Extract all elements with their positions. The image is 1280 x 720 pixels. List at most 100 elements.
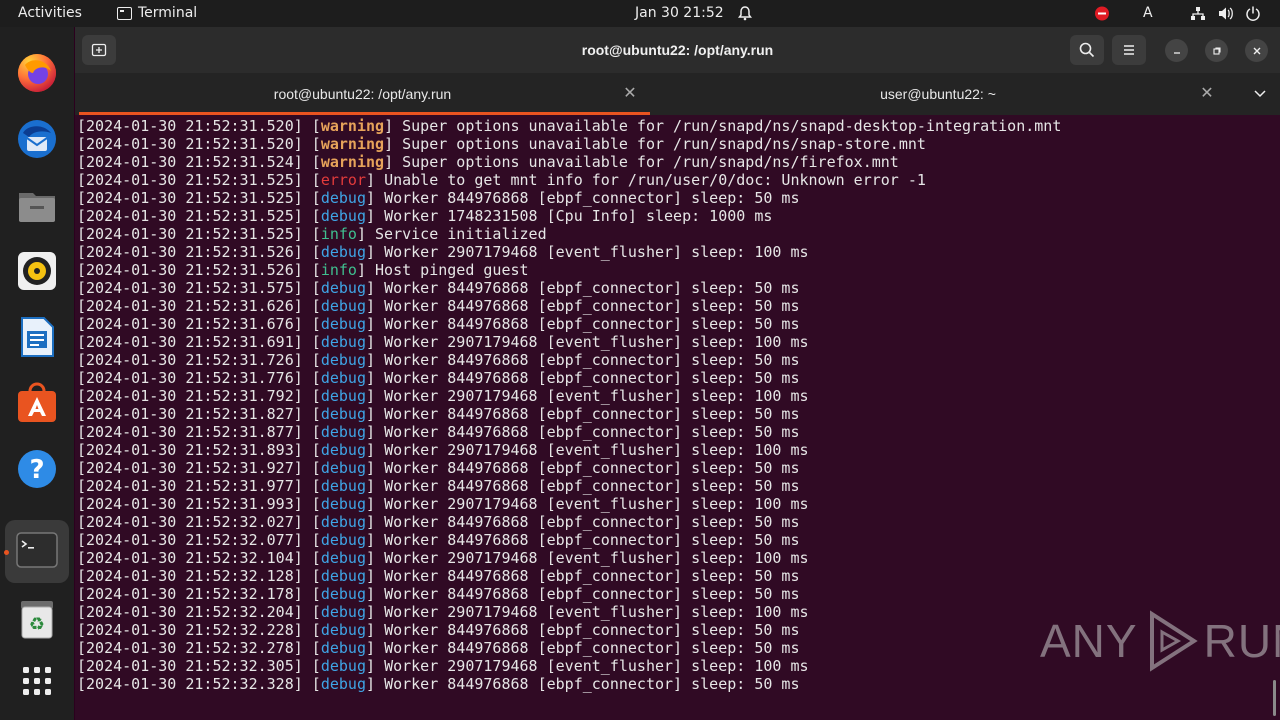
log-timestamp: [2024-01-30 21:52:31.776]: [77, 369, 303, 387]
input-source-indicator[interactable]: A: [1143, 0, 1153, 27]
log-message: Super options unavailable for /run/snapd…: [402, 117, 1062, 135]
help-icon[interactable]: ?: [13, 445, 61, 493]
log-level: debug: [320, 441, 366, 459]
log-level: debug: [320, 675, 366, 693]
log-message: Super options unavailable for /run/snapd…: [402, 135, 926, 153]
log-timestamp: [2024-01-30 21:52:31.626]: [77, 297, 303, 315]
log-timestamp: [2024-01-30 21:52:31.526]: [77, 261, 303, 279]
log-line: [2024-01-30 21:52:32.305] [debug] Worker…: [77, 657, 809, 675]
log-level: debug: [320, 243, 366, 261]
log-timestamp: [2024-01-30 21:52:31.927]: [77, 459, 303, 477]
restore-icon: [1212, 46, 1221, 55]
network-icon[interactable]: [1189, 0, 1207, 27]
minimize-button[interactable]: [1165, 39, 1188, 62]
tab-close-icon[interactable]: ✕: [1199, 73, 1215, 115]
log-message: Host pinged guest: [375, 261, 529, 279]
log-level: debug: [320, 333, 366, 351]
log-level: debug: [320, 207, 366, 225]
tab-bar: root@ubuntu22: /opt/any.run ✕ user@ubunt…: [75, 73, 1280, 115]
log-level: debug: [320, 369, 366, 387]
show-apps-icon[interactable]: [13, 657, 61, 705]
log-timestamp: [2024-01-30 21:52:32.328]: [77, 675, 303, 693]
maximize-button[interactable]: [1205, 39, 1228, 62]
log-level: warning: [320, 153, 385, 171]
log-message: Worker 2907179468 [event_flusher] sleep:…: [384, 333, 809, 351]
log-message: Worker 2907179468 [event_flusher] sleep:…: [384, 441, 809, 459]
log-line: [2024-01-30 21:52:32.278] [debug] Worker…: [77, 639, 800, 657]
scrollbar[interactable]: [1273, 680, 1276, 716]
hamburger-icon: [1124, 45, 1134, 55]
log-line: [2024-01-30 21:52:32.104] [debug] Worker…: [77, 549, 809, 567]
menu-button[interactable]: [1112, 35, 1146, 65]
log-timestamp: [2024-01-30 21:52:32.077]: [77, 531, 303, 549]
log-line: [2024-01-30 21:52:31.893] [debug] Worker…: [77, 441, 809, 459]
log-line: [2024-01-30 21:52:31.526] [debug] Worker…: [77, 243, 809, 261]
log-line: [2024-01-30 21:52:31.676] [debug] Worker…: [77, 315, 800, 333]
log-level: debug: [320, 585, 366, 603]
activities-button[interactable]: Activities: [18, 0, 82, 27]
log-message: Worker 2907179468 [event_flusher] sleep:…: [384, 495, 809, 513]
log-timestamp: [2024-01-30 21:52:32.128]: [77, 567, 303, 585]
log-message: Worker 844976868 [ebpf_connector] sleep:…: [384, 315, 800, 333]
log-timestamp: [2024-01-30 21:52:32.104]: [77, 549, 303, 567]
terminal-icon[interactable]: [13, 527, 61, 575]
search-button[interactable]: [1070, 35, 1104, 65]
log-message: Worker 844976868 [ebpf_connector] sleep:…: [384, 459, 800, 477]
bell-icon: [737, 0, 753, 27]
volume-icon[interactable]: [1217, 0, 1235, 27]
log-timestamp: [2024-01-30 21:52:32.228]: [77, 621, 303, 639]
do-not-disturb-icon[interactable]: [1094, 0, 1110, 27]
log-level: debug: [320, 549, 366, 567]
tab-close-icon[interactable]: ✕: [622, 73, 638, 115]
log-level: debug: [320, 531, 366, 549]
log-level: warning: [320, 135, 385, 153]
rhythmbox-icon[interactable]: [13, 247, 61, 295]
log-timestamp: [2024-01-30 21:52:31.575]: [77, 279, 303, 297]
log-message: Worker 844976868 [ebpf_connector] sleep:…: [384, 567, 800, 585]
log-message: Worker 844976868 [ebpf_connector] sleep:…: [384, 513, 800, 531]
firefox-icon[interactable]: [13, 49, 61, 97]
watermark-left: ANY: [1040, 615, 1138, 667]
log-message: Worker 844976868 [ebpf_connector] sleep:…: [384, 423, 800, 441]
chevron-down-icon: [1254, 90, 1266, 98]
log-line: [2024-01-30 21:52:31.977] [debug] Worker…: [77, 477, 800, 495]
log-line: [2024-01-30 21:52:32.204] [debug] Worker…: [77, 603, 809, 621]
tab-user[interactable]: user@ubuntu22: ~ ✕: [650, 73, 1226, 115]
log-line: [2024-01-30 21:52:31.575] [debug] Worker…: [77, 279, 800, 297]
libreoffice-writer-icon[interactable]: [13, 313, 61, 361]
running-indicator: [4, 550, 9, 555]
trash-icon[interactable]: ♻: [13, 595, 61, 643]
files-icon[interactable]: [13, 181, 61, 229]
clock[interactable]: Jan 30 21:52: [635, 0, 724, 27]
log-message: Worker 844976868 [ebpf_connector] sleep:…: [384, 369, 800, 387]
log-lines: [2024-01-30 21:52:31.520] [warning] Supe…: [77, 117, 1061, 693]
log-line: [2024-01-30 21:52:31.525] [error] Unable…: [77, 171, 926, 189]
log-message: Worker 844976868 [ebpf_connector] sleep:…: [384, 297, 800, 315]
log-level: debug: [320, 387, 366, 405]
log-message: Super options unavailable for /run/snapd…: [402, 153, 899, 171]
tab-root[interactable]: root@ubuntu22: /opt/any.run ✕: [75, 73, 650, 115]
log-line: [2024-01-30 21:52:31.691] [debug] Worker…: [77, 333, 809, 351]
log-message: Worker 844976868 [ebpf_connector] sleep:…: [384, 585, 800, 603]
log-level: debug: [320, 189, 366, 207]
log-timestamp: [2024-01-30 21:52:32.305]: [77, 657, 303, 675]
log-timestamp: [2024-01-30 21:52:31.993]: [77, 495, 303, 513]
close-icon: [1253, 47, 1260, 54]
log-level: info: [320, 261, 357, 279]
log-message: Worker 844976868 [ebpf_connector] sleep:…: [384, 675, 800, 693]
thunderbird-icon[interactable]: [13, 115, 61, 163]
log-timestamp: [2024-01-30 21:52:31.893]: [77, 441, 303, 459]
log-line: [2024-01-30 21:52:32.178] [debug] Worker…: [77, 585, 800, 603]
power-icon[interactable]: [1245, 0, 1261, 27]
app-center-icon[interactable]: [13, 379, 61, 427]
log-timestamp: [2024-01-30 21:52:31.827]: [77, 405, 303, 423]
tab-label: root@ubuntu22: /opt/any.run: [273, 86, 452, 102]
log-message: Worker 844976868 [ebpf_connector] sleep:…: [384, 405, 800, 423]
close-button[interactable]: [1245, 39, 1268, 62]
app-menu-button[interactable]: Terminal: [117, 0, 197, 27]
tabs-dropdown-button[interactable]: [1249, 73, 1271, 115]
log-message: Unable to get mnt info for /run/user/0/d…: [384, 171, 926, 189]
log-level: debug: [320, 405, 366, 423]
log-level: debug: [320, 297, 366, 315]
log-level: debug: [320, 513, 366, 531]
